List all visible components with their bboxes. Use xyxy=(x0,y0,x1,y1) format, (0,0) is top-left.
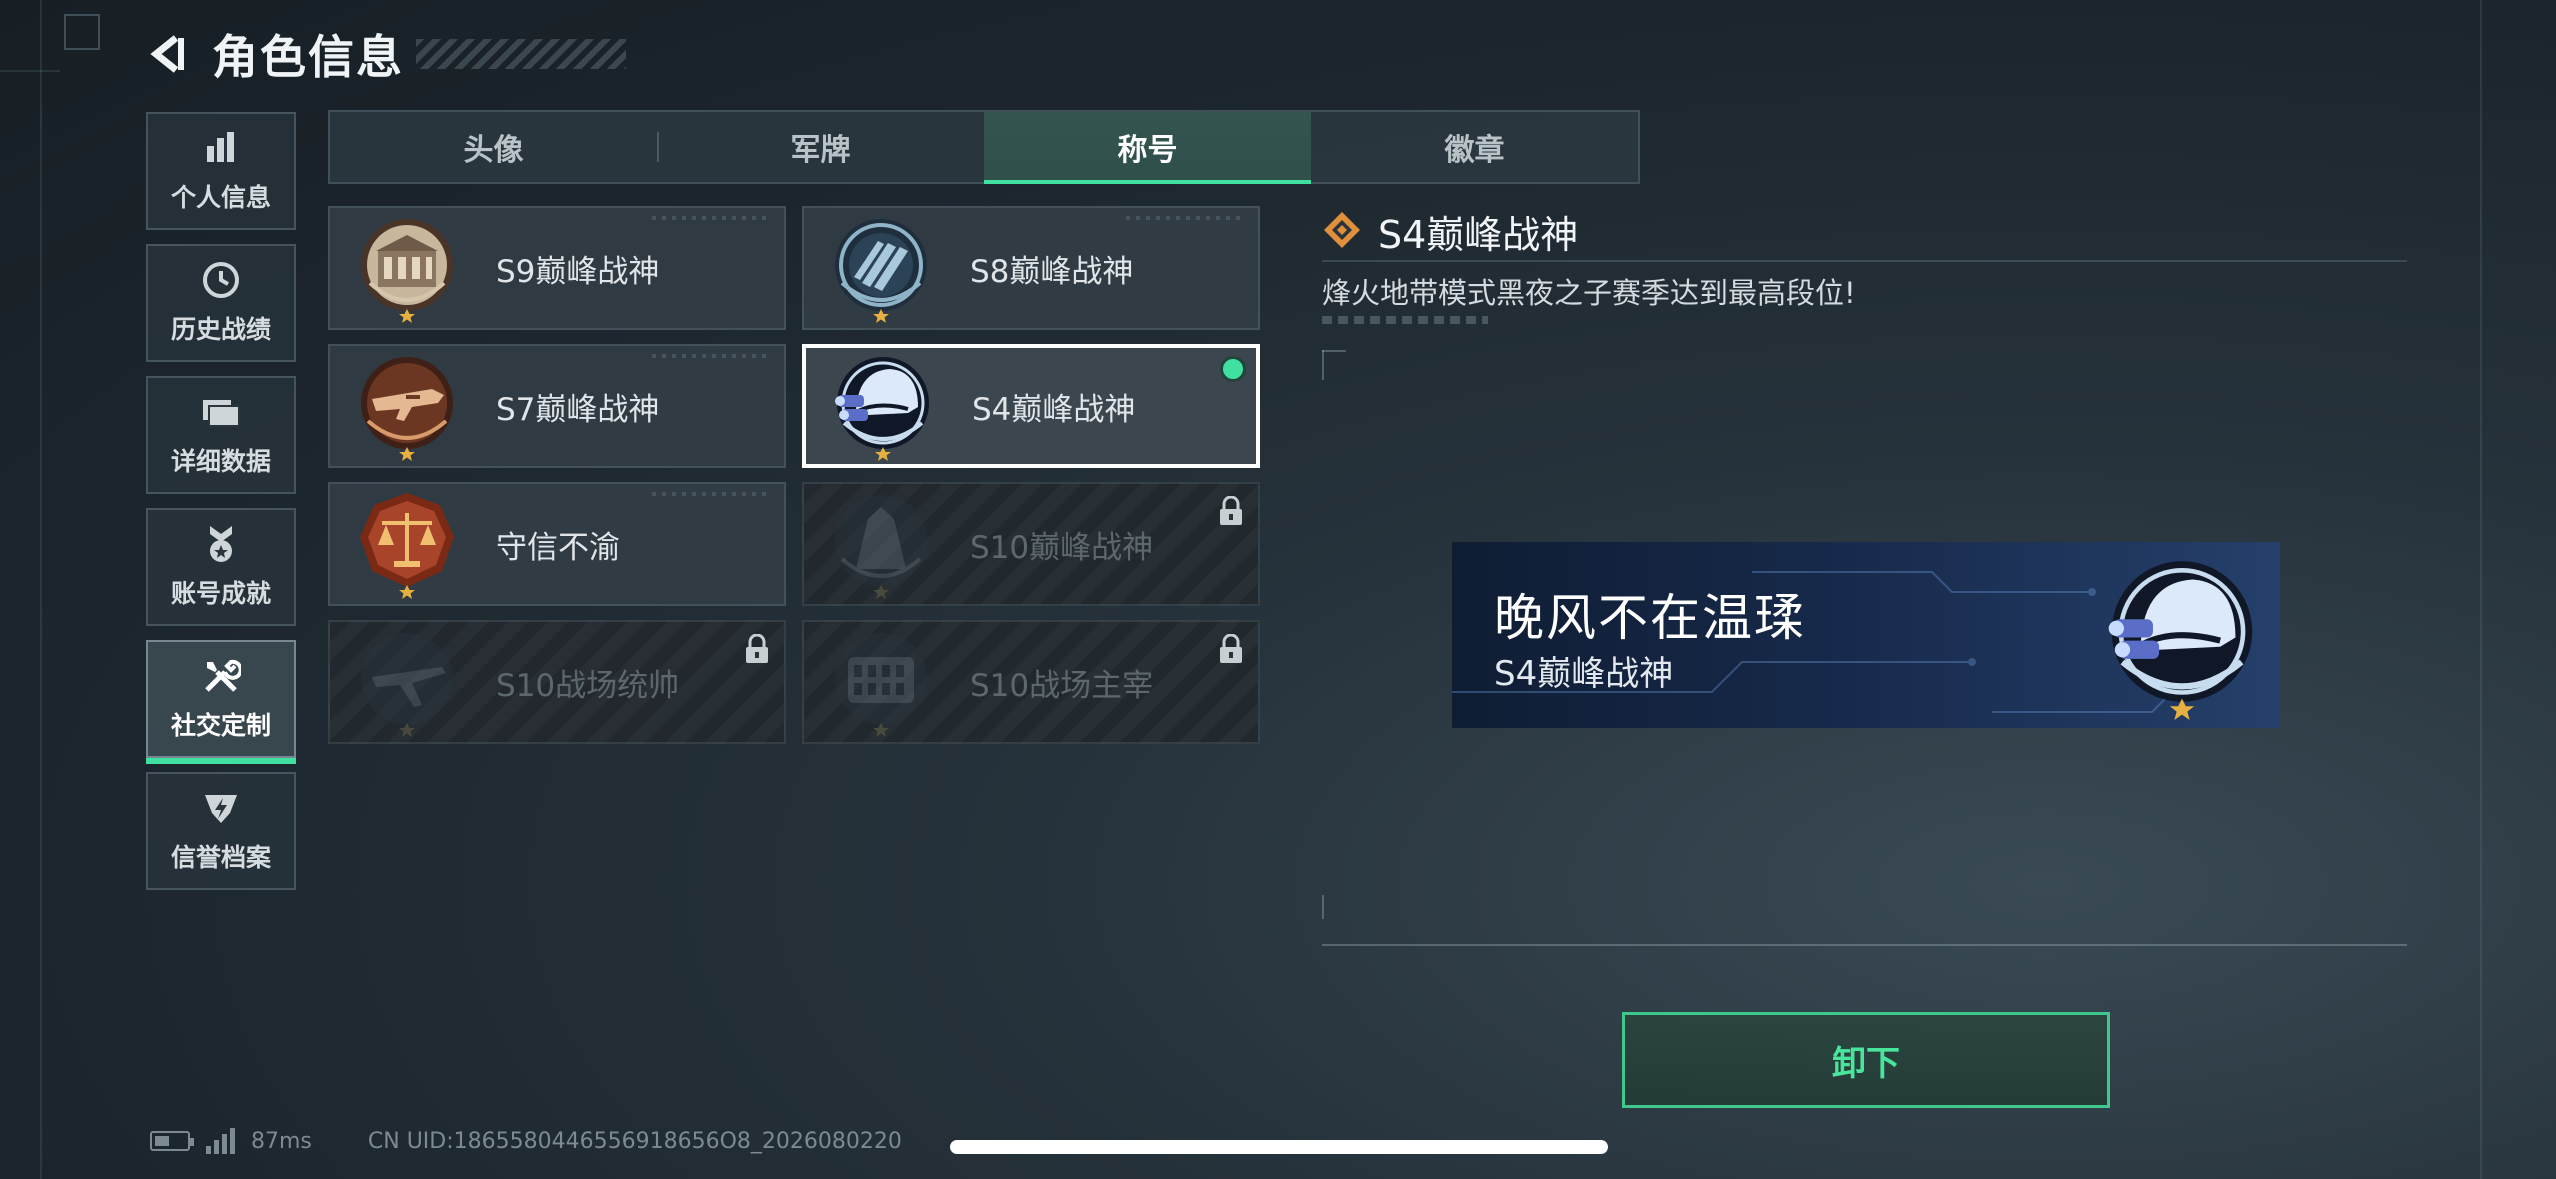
tools-icon xyxy=(201,656,241,696)
frame-corner xyxy=(1322,350,1346,352)
sidebar-item-achievements[interactable]: 账号成就 xyxy=(146,508,296,626)
sidebar-item-label: 社交定制 xyxy=(170,711,271,740)
lock-icon xyxy=(1218,495,1244,526)
lock-icon xyxy=(1218,633,1244,664)
sidebar-item-personal-info[interactable]: 个人信息 xyxy=(146,112,296,230)
bar-chart-icon xyxy=(201,128,241,168)
sidebar-item-label: 信誉档案 xyxy=(170,843,271,872)
title-card-locked[interactable]: S10战场统帅 xyxy=(328,620,786,744)
battery-icon xyxy=(150,1131,194,1151)
title-card[interactable]: S8巅峰战神 xyxy=(802,206,1260,330)
bg-corner-mark xyxy=(64,14,100,50)
night-vision-helmet-medal-icon xyxy=(828,351,938,461)
nameplate-title: S4巅峰战神 xyxy=(1494,654,1674,694)
uid-text: CN UID:1865580446556918656O8_2026080220 xyxy=(367,1128,902,1154)
sidebar-item-label: 个人信息 xyxy=(170,183,271,212)
header: 角色信息 xyxy=(146,22,626,86)
bg-grid-line xyxy=(2480,0,2482,1179)
title-name: S9巅峰战神 xyxy=(496,253,660,290)
tab-badge[interactable]: 徽章 xyxy=(1311,112,1638,182)
tab-avatar[interactable]: 头像 xyxy=(330,112,657,182)
weapon-medal-icon xyxy=(352,351,462,461)
sidebar-item-label: 历史战绩 xyxy=(170,315,271,344)
tab-dogtag[interactable]: 军牌 xyxy=(657,112,984,182)
shield-icon xyxy=(201,788,241,828)
card-decoration xyxy=(652,354,772,358)
bg-grid-line xyxy=(0,70,60,72)
title-name: S4巅峰战神 xyxy=(972,391,1136,428)
sidebar-item-social-custom[interactable]: 社交定制 xyxy=(146,640,296,764)
back-arrow-icon[interactable] xyxy=(146,32,190,76)
sidebar-item-label: 账号成就 xyxy=(170,579,271,608)
scales-medal-icon xyxy=(352,489,462,599)
sidebar-item-history[interactable]: 历史战绩 xyxy=(146,244,296,362)
colosseum-medal-icon xyxy=(826,627,936,737)
folder-icon xyxy=(201,392,241,432)
title-name: S10战场统帅 xyxy=(496,667,680,704)
home-indicator[interactable] xyxy=(950,1140,1608,1154)
title-name: S8巅峰战神 xyxy=(970,253,1134,290)
aircraft-medal-icon xyxy=(352,627,462,737)
night-vision-helmet-medal-icon xyxy=(2098,552,2266,720)
title-card-locked[interactable]: S10战场主宰 xyxy=(802,620,1260,744)
clock-icon xyxy=(201,260,241,300)
card-decoration xyxy=(652,216,772,220)
title-card[interactable]: S9巅峰战神 xyxy=(328,206,786,330)
unequip-button[interactable]: 卸下 xyxy=(1622,1012,2110,1108)
frame-corner xyxy=(1322,895,1324,919)
frame-top-line xyxy=(1322,260,2407,262)
sidebar-item-label: 详细数据 xyxy=(170,447,271,476)
title-name: 守信不渝 xyxy=(496,529,620,566)
status-bar: 87ms CN UID:1865580446556918656O8_202608… xyxy=(150,1128,902,1154)
card-decoration xyxy=(1126,216,1246,220)
sidebar: 个人信息 历史战绩 详细数据 账号成就 社交定制 信誉档案 xyxy=(146,112,296,904)
title-card-locked[interactable]: S10巅峰战神 xyxy=(802,482,1260,606)
title-name: S10巅峰战神 xyxy=(970,529,1154,566)
detail-title: S4巅峰战神 xyxy=(1378,213,1579,257)
title-card[interactable]: 守信不渝 xyxy=(328,482,786,606)
page-title: 角色信息 xyxy=(212,30,404,84)
nameplate-player-name: 晚风不在温瑈 xyxy=(1494,589,1806,647)
card-decoration xyxy=(652,492,772,496)
achievement-icon xyxy=(201,524,241,564)
building-medal-icon xyxy=(352,213,462,323)
title-card-selected[interactable]: S4巅峰战神 xyxy=(802,344,1260,468)
detail-description: 烽火地带模式黑夜之子赛季达到最高段位! xyxy=(1322,276,1856,310)
stripes-medal-icon xyxy=(826,213,936,323)
title-grid: S9巅峰战神 S8巅峰战神 S7巅峰战神 S4巅峰战神 守信不渝 S10巅峰战神… xyxy=(328,206,1260,744)
ping-value: 87ms xyxy=(251,1128,312,1154)
equipped-indicator xyxy=(1220,356,1246,382)
nameplate-preview: 晚风不在温瑈 S4巅峰战神 xyxy=(1452,542,2280,728)
title-name: S7巅峰战神 xyxy=(496,391,660,428)
tower-medal-icon xyxy=(826,489,936,599)
detail-title-row: S4巅峰战神 xyxy=(1322,204,1578,259)
signal-icon xyxy=(206,1128,235,1154)
tab-title[interactable]: 称号 xyxy=(984,112,1311,184)
lock-icon xyxy=(744,633,770,664)
tab-bar: 头像 军牌 称号 徽章 xyxy=(328,110,1640,184)
bg-grid-line xyxy=(40,0,42,1179)
diamond-icon xyxy=(1322,210,1362,254)
sidebar-item-reputation[interactable]: 信誉档案 xyxy=(146,772,296,890)
frame-bottom-line xyxy=(1322,944,2407,946)
title-card[interactable]: S7巅峰战神 xyxy=(328,344,786,468)
title-decoration xyxy=(416,39,626,69)
detail-decoration xyxy=(1322,316,1488,324)
frame-corner xyxy=(1322,350,1324,380)
sidebar-item-details[interactable]: 详细数据 xyxy=(146,376,296,494)
title-name: S10战场主宰 xyxy=(970,667,1154,704)
